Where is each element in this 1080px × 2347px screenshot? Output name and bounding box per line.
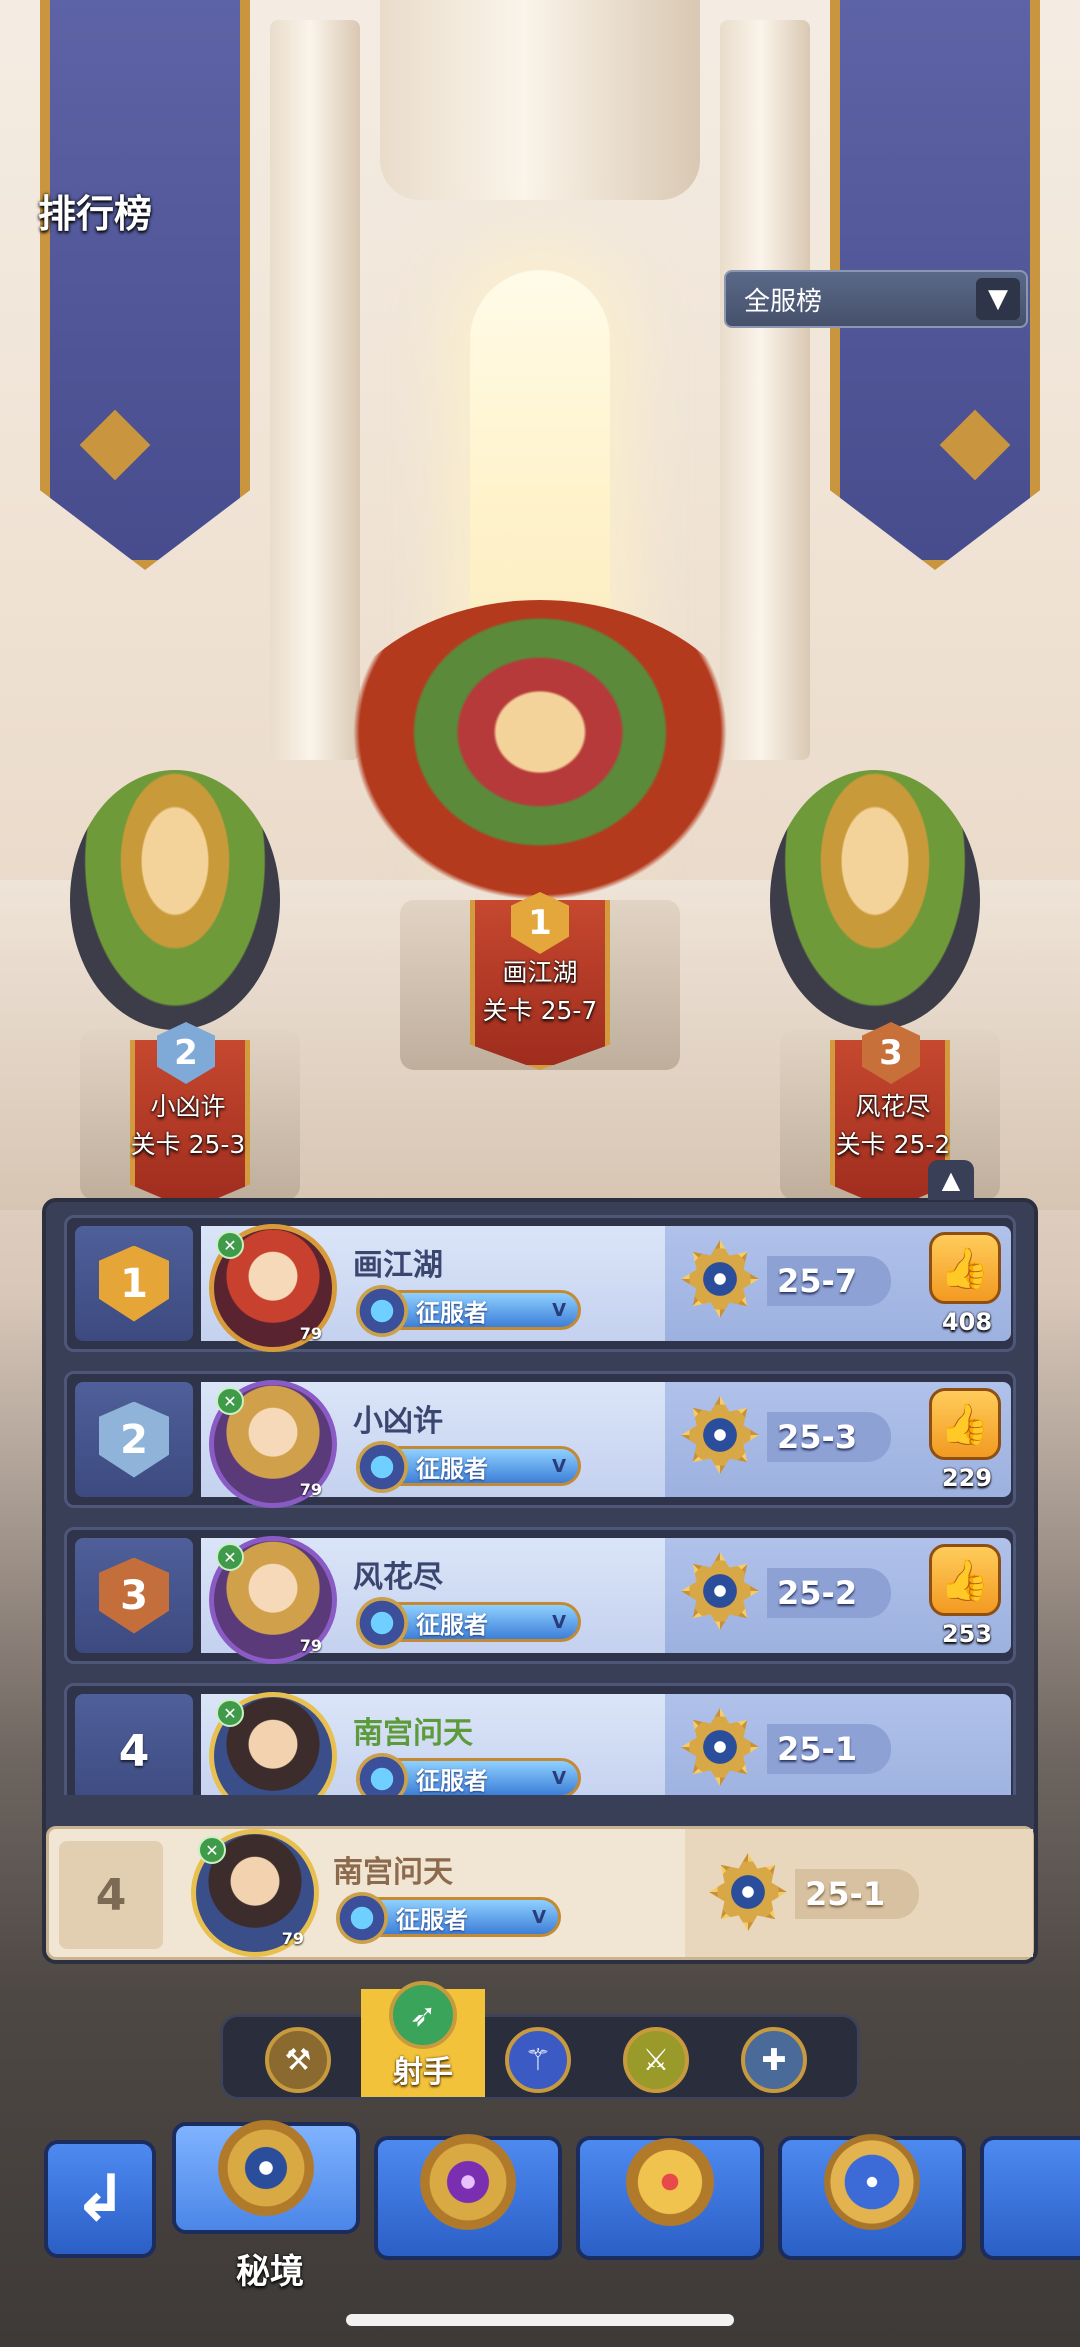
hero-rank-3-figure[interactable] bbox=[770, 770, 980, 1030]
stage-value: 25-1 bbox=[767, 1724, 891, 1774]
title-badge: 征服者 V bbox=[356, 1441, 581, 1493]
thumbs-up-icon: 👍 bbox=[929, 1388, 1001, 1460]
my-ranking-row[interactable]: 4 ✕ 79 南宫问天 征服者 V 25-1 bbox=[46, 1826, 1034, 1960]
class-mini-icon: ✕ bbox=[216, 1231, 244, 1259]
title-emblem-icon bbox=[356, 1597, 408, 1649]
my-avatar[interactable]: ✕ 79 bbox=[191, 1829, 319, 1957]
page-title: 排行榜 bbox=[38, 192, 153, 236]
hero-rank-2-figure[interactable] bbox=[70, 770, 280, 1030]
rank-box: 4 bbox=[75, 1694, 193, 1795]
rank-box: 2 bbox=[75, 1382, 193, 1497]
title-emblem-icon bbox=[356, 1441, 408, 1493]
pillar bbox=[380, 0, 700, 200]
left-banner bbox=[40, 0, 250, 570]
avatar[interactable]: ✕ 79 bbox=[209, 1224, 337, 1352]
ranking-row[interactable]: 3 ✕ 79 风花尽 征服者 V 25-2 👍 253 bbox=[64, 1527, 1016, 1664]
mode-partial[interactable] bbox=[980, 2136, 1080, 2260]
thumbs-up-icon: 👍 bbox=[929, 1544, 1001, 1616]
mode-purple-gem[interactable] bbox=[374, 2126, 562, 2260]
player-name: 风花尽 bbox=[353, 1560, 443, 1595]
rank-gold-shield-icon: 1 bbox=[99, 1245, 169, 1322]
collapse-panel-icon[interactable]: ▲ bbox=[928, 1160, 974, 1200]
rank-number: 4 bbox=[118, 1726, 150, 1777]
title-emblem-icon bbox=[336, 1892, 388, 1944]
assassin-blade-icon[interactable]: ⚔ bbox=[623, 2027, 689, 2093]
archer-bow-icon: ➶ bbox=[389, 1981, 457, 2049]
title-emblem-icon bbox=[356, 1285, 408, 1337]
podium-scene: 1 画江湖 关卡 25-7 2 小凶许 关卡 25-3 3 风花尽 关卡 25-2 bbox=[0, 0, 1080, 1210]
rank-box: 1 bbox=[75, 1226, 193, 1341]
thumbs-up-icon: 👍 bbox=[929, 1232, 1001, 1304]
pillar bbox=[270, 20, 360, 760]
my-rank-box: 4 bbox=[59, 1841, 163, 1949]
ranking-list[interactable]: 1 ✕ 79 画江湖 征服者 V 25-7 👍 408 2 ✕ 79 小凶许 征服者 V … bbox=[60, 1215, 1020, 1795]
my-stage-value: 25-1 bbox=[795, 1869, 919, 1919]
avatar-level: 79 bbox=[299, 1636, 322, 1655]
avatar-level: 79 bbox=[300, 1792, 322, 1795]
ranking-row[interactable]: 4 ✕ 79 南宫问天 征服者V 25-1 bbox=[64, 1683, 1016, 1795]
like-button[interactable]: 👍 253 bbox=[929, 1544, 1005, 1650]
home-indicator[interactable] bbox=[346, 2314, 734, 2326]
class-mini-icon: ✕ bbox=[216, 1387, 244, 1415]
avatar-level: 79 bbox=[281, 1929, 304, 1948]
mode-label: 秘境 bbox=[236, 2252, 304, 2292]
avatar[interactable]: ✕ 79 bbox=[209, 1380, 337, 1508]
like-count: 253 bbox=[941, 1620, 993, 1648]
player-name: 南宫问天 bbox=[353, 1716, 473, 1751]
class-mini-icon: ✕ bbox=[216, 1699, 244, 1727]
ranking-row[interactable]: 1 ✕ 79 画江湖 征服者 V 25-7 👍 408 bbox=[64, 1215, 1016, 1352]
pillar bbox=[720, 20, 810, 760]
avatar-level: 79 bbox=[299, 1324, 322, 1343]
class-mini-icon: ✕ bbox=[216, 1543, 244, 1571]
rank-box: 3 bbox=[75, 1538, 193, 1653]
podium-name-2: 小凶许 关卡 25-3 bbox=[130, 1092, 246, 1159]
purple-gem-emblem-icon bbox=[412, 2126, 524, 2238]
like-button[interactable]: 👍 229 bbox=[929, 1388, 1005, 1494]
like-count: 408 bbox=[941, 1308, 993, 1336]
player-name: 小凶许 bbox=[353, 1404, 443, 1439]
mode-bar: ↲ 秘境 bbox=[0, 2112, 1080, 2312]
podium-name-3: 风花尽 关卡 25-2 bbox=[835, 1092, 951, 1159]
title-badge: 征服者 V bbox=[356, 1753, 581, 1795]
secret-realm-emblem-icon bbox=[210, 2112, 322, 2224]
like-button[interactable]: 👍 408 bbox=[929, 1232, 1005, 1338]
rank-silver-shield-icon: 2 bbox=[99, 1401, 169, 1478]
class-mini-icon: ✕ bbox=[198, 1836, 226, 1864]
chevron-down-icon[interactable]: ▼ bbox=[976, 278, 1020, 320]
mode-secret-realm[interactable]: 秘境 bbox=[172, 2112, 360, 2292]
title-badge: 征服者 V bbox=[356, 1285, 581, 1337]
stage-value: 25-3 bbox=[767, 1412, 891, 1462]
mage-staff-icon[interactable]: ⚚ bbox=[505, 2027, 571, 2093]
my-title-badge: 征服者 V bbox=[336, 1892, 561, 1944]
priest-cross-icon[interactable]: ✚ bbox=[741, 2027, 807, 2093]
stage-value: 25-2 bbox=[767, 1568, 891, 1618]
mode-crown[interactable] bbox=[576, 2126, 764, 2260]
ranking-row[interactable]: 2 ✕ 79 小凶许 征服者 V 25-3 👍 229 bbox=[64, 1371, 1016, 1508]
rank-bronze-shield-icon: 3 bbox=[99, 1557, 169, 1634]
tab-archer[interactable]: ➶ 射手 bbox=[361, 1981, 485, 2097]
back-arrow-icon[interactable]: ↲ bbox=[44, 2140, 156, 2258]
dropdown-selected-value: 全服榜 bbox=[744, 286, 823, 317]
warrior-axe-icon[interactable]: ⚒ bbox=[265, 2027, 331, 2093]
title-badge: 征服者 V bbox=[356, 1597, 581, 1649]
mode-star[interactable] bbox=[778, 2126, 966, 2260]
server-scope-dropdown[interactable]: 全服榜 ▼ bbox=[724, 270, 1028, 328]
my-player-name: 南宫问天 bbox=[333, 1855, 453, 1890]
star-emblem-icon bbox=[816, 2126, 928, 2238]
hero-rank-1-figure[interactable] bbox=[320, 600, 760, 930]
tab-archer-label: 射手 bbox=[393, 2055, 453, 2090]
stage-value: 25-7 bbox=[767, 1256, 891, 1306]
avatar[interactable]: ✕ 79 bbox=[209, 1536, 337, 1664]
player-name: 画江湖 bbox=[353, 1248, 443, 1283]
podium-name-1: 画江湖 关卡 25-7 bbox=[482, 958, 598, 1025]
like-count: 229 bbox=[941, 1464, 993, 1492]
title-emblem-icon bbox=[356, 1753, 408, 1795]
my-rank-number: 4 bbox=[95, 1869, 127, 1921]
avatar-level: 79 bbox=[299, 1480, 322, 1499]
crown-emblem-icon bbox=[614, 2126, 726, 2238]
class-filter-tabs: ⚒ ➶ 射手 ⚚ ⚔ ✚ bbox=[220, 1981, 860, 2100]
